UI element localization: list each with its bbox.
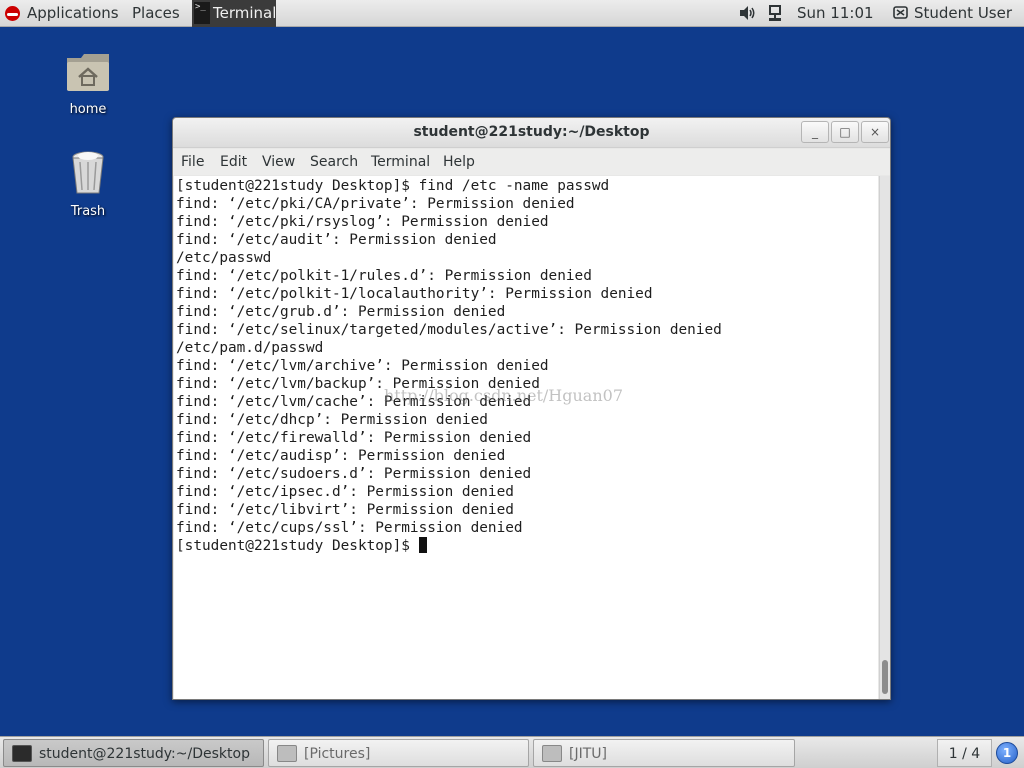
- volume-icon[interactable]: [739, 5, 757, 21]
- minimize-button[interactable]: _: [801, 121, 829, 143]
- watermark-text: http://blog.csdn.net/Hguan07: [384, 386, 623, 405]
- menu-search[interactable]: Search: [310, 149, 358, 175]
- terminal-icon: >_: [194, 2, 210, 24]
- desktop-icon-label: Trash: [70, 204, 106, 219]
- menu-edit[interactable]: Edit: [220, 149, 247, 175]
- terminal-line: find: ‘/etc/sudoers.d’: Permission denie…: [176, 466, 532, 482]
- folder-window-icon: [277, 745, 297, 762]
- taskbar-item-pictures[interactable]: [Pictures]: [268, 739, 529, 767]
- terminal-line: find: ‘/etc/polkit-1/localauthority’: Pe…: [176, 286, 653, 302]
- terminal-line: find: ‘/etc/dhcp’: Permission denied: [176, 412, 488, 428]
- workspace-switcher[interactable]: 1 / 4: [937, 739, 992, 767]
- network-wired-icon[interactable]: [767, 5, 783, 22]
- window-titlebar[interactable]: student@221study:~/Desktop _ □ ×: [173, 118, 890, 148]
- user-menu[interactable]: Student User: [914, 0, 1012, 27]
- terminal-window: student@221study:~/Desktop _ □ × File Ed…: [172, 117, 891, 700]
- terminal-line: find: ‘/etc/pki/CA/private’: Permission …: [176, 196, 575, 212]
- terminal-prompt: [student@221study Desktop]$: [176, 538, 419, 554]
- terminal-prompt-line: [student@221study Desktop]$: [176, 537, 427, 555]
- close-button[interactable]: ×: [861, 121, 889, 143]
- menu-terminal[interactable]: Terminal: [371, 149, 430, 175]
- window-title: student@221study:~/Desktop: [413, 124, 650, 140]
- terminal-line: find: ‘/etc/cups/ssl’: Permission denied: [176, 520, 523, 536]
- menu-file[interactable]: File: [181, 149, 204, 175]
- desktop-icon-trash[interactable]: Trash: [48, 150, 128, 219]
- clock[interactable]: Sun 11:01: [797, 0, 874, 27]
- active-app-terminal[interactable]: >_ Terminal: [192, 0, 276, 27]
- applications-menu[interactable]: Applications: [27, 0, 119, 27]
- terminal-cursor: [418, 537, 427, 553]
- terminal-scrollbar[interactable]: [879, 176, 890, 699]
- terminal-line: find: ‘/etc/libvirt’: Permission denied: [176, 502, 514, 518]
- terminal-line: find: ‘/etc/audit’: Permission denied: [176, 232, 497, 248]
- menu-view[interactable]: View: [262, 149, 295, 175]
- terminal-icon: [12, 745, 32, 762]
- terminal-line: find: ‘/etc/firewalld’: Permission denie…: [176, 430, 532, 446]
- taskbar-item-label: [JITU]: [569, 746, 607, 762]
- places-menu[interactable]: Places: [132, 0, 180, 27]
- menu-help[interactable]: Help: [443, 149, 475, 175]
- terminal-line: /etc/passwd: [176, 250, 272, 266]
- terminal-line: /etc/pam.d/passwd: [176, 340, 324, 356]
- active-app-label: Terminal: [213, 4, 277, 22]
- terminal-line: find: ‘/etc/polkit-1/rules.d’: Permissio…: [176, 268, 592, 284]
- terminal-line: find: ‘/etc/audisp’: Permission denied: [176, 448, 506, 464]
- taskbar-item-terminal[interactable]: student@221study:~/Desktop: [3, 739, 264, 767]
- terminal-line: find: ‘/etc/pki/rsyslog’: Permission den…: [176, 214, 549, 230]
- menubar: File Edit View Search Terminal Help: [173, 149, 890, 175]
- taskbar-item-jitu[interactable]: [JITU]: [533, 739, 795, 767]
- taskbar-item-label: student@221study:~/Desktop: [39, 746, 250, 762]
- trash-icon: [72, 151, 104, 194]
- terminal-line: find: ‘/etc/ipsec.d’: Permission denied: [176, 484, 514, 500]
- terminal-line: find: ‘/etc/selinux/targeted/modules/act…: [176, 322, 722, 338]
- maximize-button[interactable]: □: [831, 121, 859, 143]
- desktop-icon-label: home: [69, 102, 107, 117]
- top-panel: Applications Places >_ Terminal Sun 11:0…: [0, 0, 1024, 27]
- terminal-line: find: ‘/etc/grub.d’: Permission denied: [176, 304, 506, 320]
- home-folder-icon: [67, 54, 109, 91]
- desktop-icon-home[interactable]: home: [48, 50, 128, 117]
- redhat-logo-icon[interactable]: [5, 6, 20, 21]
- terminal-line: find: ‘/etc/lvm/archive’: Permission den…: [176, 358, 549, 374]
- taskbar-item-label: [Pictures]: [304, 746, 371, 762]
- terminal-line: [student@221study Desktop]$ find /etc -n…: [176, 178, 610, 194]
- user-status-icon[interactable]: [893, 6, 908, 19]
- notification-icon[interactable]: 1: [996, 742, 1018, 764]
- terminal-output[interactable]: [student@221study Desktop]$ find /etc -n…: [174, 176, 878, 699]
- scrollbar-thumb[interactable]: [882, 660, 888, 694]
- folder-window-icon: [542, 745, 562, 762]
- bottom-panel: student@221study:~/Desktop [Pictures] [J…: [0, 736, 1024, 768]
